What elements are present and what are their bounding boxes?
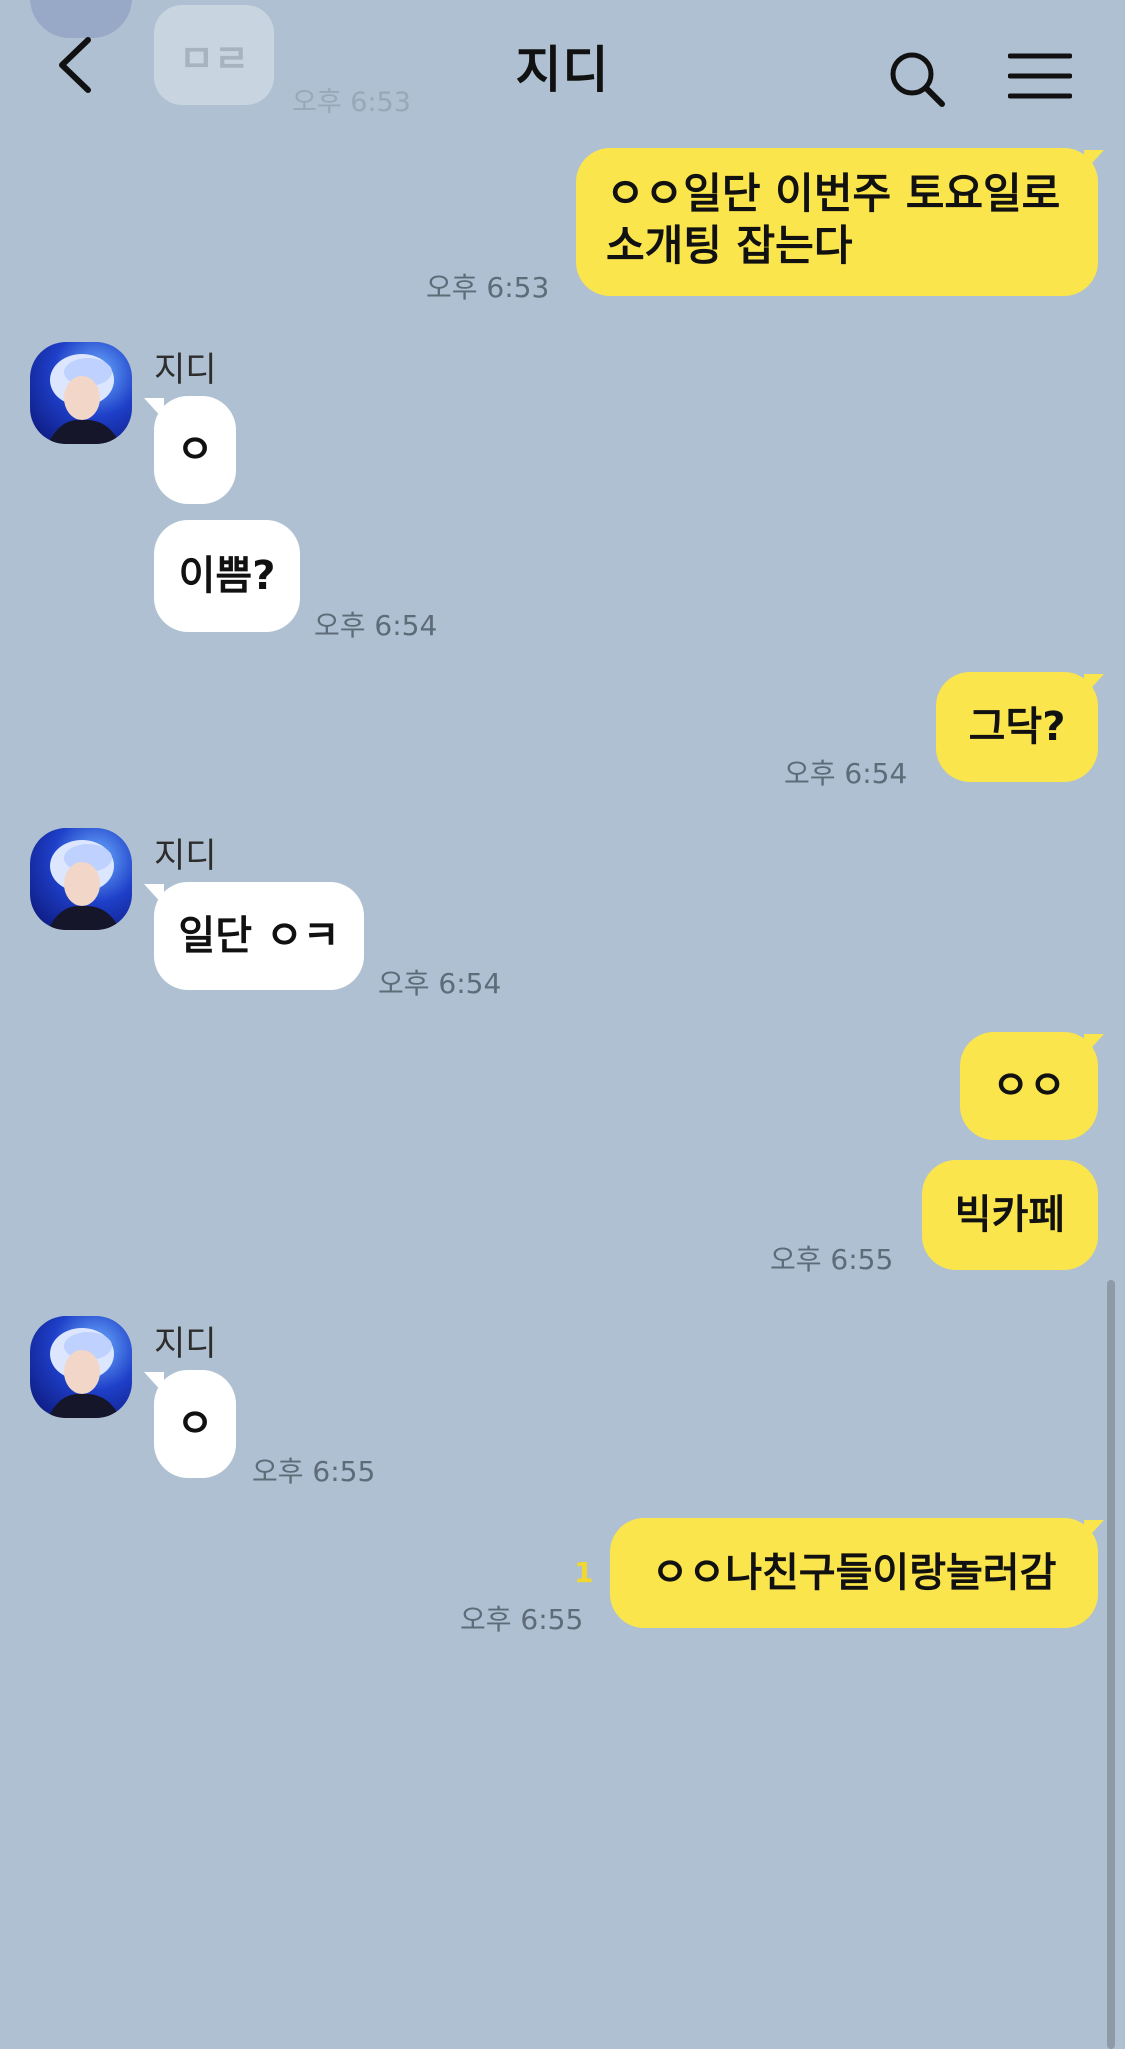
message-bubble-incoming[interactable]: ㅇ bbox=[154, 396, 236, 504]
message-time: 오후 6:54 bbox=[378, 967, 502, 1000]
avatar[interactable] bbox=[30, 1316, 132, 1418]
scrollbar-thumb[interactable] bbox=[1107, 1280, 1115, 2049]
message-bubble-incoming[interactable]: 이쁨? bbox=[154, 520, 300, 632]
message-bubble-incoming[interactable]: 일단 ㅇㅋ bbox=[154, 882, 364, 990]
message-time: 오후 6:55 bbox=[252, 1455, 376, 1488]
search-icon[interactable] bbox=[888, 50, 946, 108]
avatar[interactable] bbox=[30, 342, 132, 444]
unread-count-badge: 1 bbox=[574, 1556, 594, 1589]
message-time: 오후 6:54 bbox=[784, 757, 908, 790]
message-time: 오후 6:55 bbox=[460, 1603, 584, 1636]
message-line: ㅇㅇ일단 이번주 토요일로 bbox=[606, 169, 1061, 218]
message-bubble-outgoing[interactable]: ㅇㅇ bbox=[960, 1032, 1098, 1140]
message-time: 오후 6:54 bbox=[314, 609, 438, 642]
sender-name: 지디 bbox=[154, 1324, 217, 1364]
message-line: 소개팅 잡는다 bbox=[606, 221, 853, 270]
hamburger-menu-icon[interactable] bbox=[1008, 52, 1072, 100]
message-time: 오후 6:55 bbox=[770, 1243, 894, 1276]
chat-title: 지디 bbox=[515, 41, 610, 99]
message-bubble-outgoing[interactable]: 그닥? bbox=[936, 672, 1098, 782]
message-bubble-incoming[interactable]: ㅇ bbox=[154, 1370, 236, 1478]
sender-name: 지디 bbox=[154, 836, 217, 876]
avatar[interactable] bbox=[30, 828, 132, 930]
message-bubble-outgoing[interactable]: ㅇㅇ일단 이번주 토요일로 소개팅 잡는다 bbox=[576, 148, 1098, 296]
message-bubble-outgoing[interactable]: 빅카페 bbox=[922, 1160, 1098, 1270]
sender-name: 지디 bbox=[154, 350, 217, 390]
message-bubble-outgoing[interactable]: ㅇㅇ나친구들이랑놀러감 bbox=[610, 1518, 1098, 1628]
message-time: 오후 6:53 bbox=[426, 271, 550, 304]
chat-header: 지디 bbox=[0, 0, 1125, 130]
